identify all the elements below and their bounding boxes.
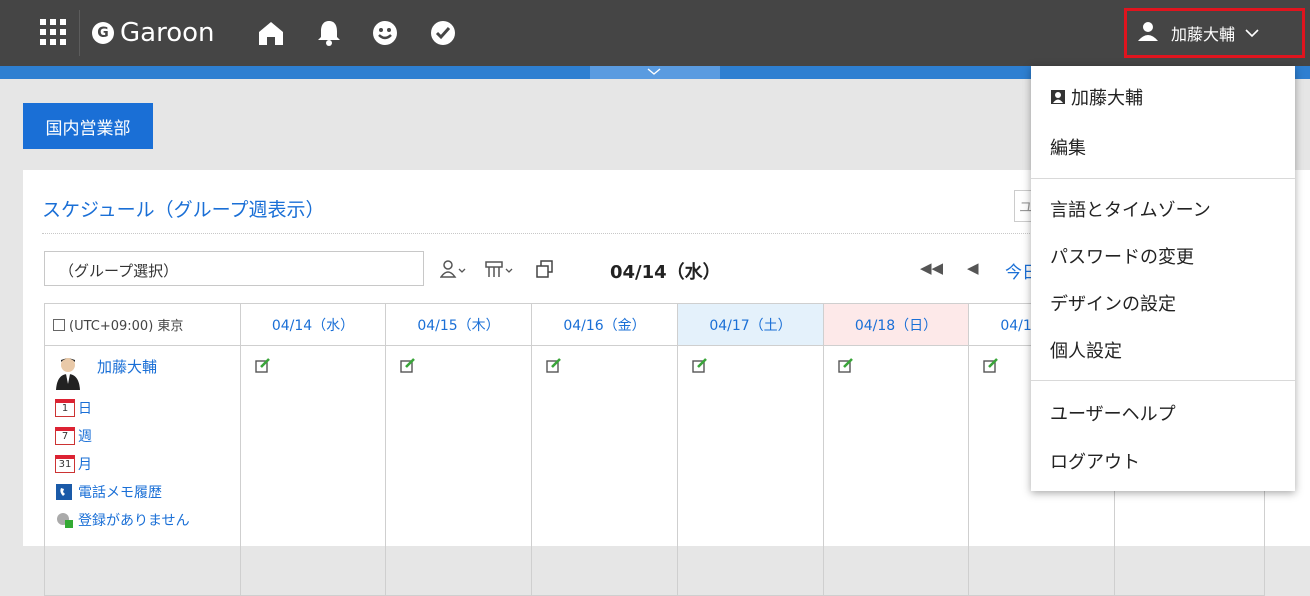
menu-divider [1031, 380, 1295, 381]
month-view-link[interactable]: 31 月 [55, 454, 240, 474]
menu-item-user-help[interactable]: ユーザーヘルプ [1050, 400, 1176, 426]
new-entry-icon[interactable] [838, 358, 854, 374]
week-view-link[interactable]: 7週 [55, 426, 240, 446]
user-menu-button[interactable]: 加藤大輔 [1124, 8, 1305, 58]
day-header-sunday[interactable]: 04/18（日） [823, 303, 969, 346]
check-badge-icon[interactable] [428, 18, 458, 48]
menu-item-password[interactable]: パスワードの変更 [1050, 243, 1194, 269]
menu-divider [1031, 178, 1295, 179]
day-header[interactable]: 04/14（水） [240, 303, 386, 346]
avatar [56, 358, 80, 390]
menu-item-profile[interactable]: 加藤大輔 [1050, 84, 1143, 110]
day-header-saturday[interactable]: 04/17（土） [677, 303, 824, 346]
phone-memo-icon [56, 484, 72, 500]
page-title[interactable]: スケジュール（グループ週表示） [42, 195, 325, 222]
day-header[interactable]: 04/16（金） [531, 303, 678, 346]
new-entry-icon[interactable] [983, 358, 999, 374]
new-entry-icon[interactable] [692, 358, 708, 374]
day-cell[interactable] [240, 345, 386, 596]
user-cell: 加藤大輔 1日 7週 31 月 電話メモ履歴 登録がありません [44, 345, 241, 596]
new-entry-icon[interactable] [255, 358, 271, 374]
menu-item-design[interactable]: デザインの設定 [1050, 290, 1176, 316]
no-registration-label: 登録がありません [78, 513, 190, 529]
garoon-logo[interactable]: G Garoon [92, 18, 215, 48]
menu-item-edit[interactable]: 編集 [1050, 134, 1086, 160]
facility-select-button[interactable] [484, 258, 514, 280]
menu-item-language-timezone[interactable]: 言語とタイムゾーン [1050, 196, 1211, 222]
calendar-week-icon: 7 [55, 427, 75, 445]
chevron-down-icon [647, 68, 661, 75]
phone-memo-link[interactable]: 電話メモ履歴 [55, 482, 240, 502]
user-menu-name: 加藤大輔 [1171, 25, 1236, 44]
nav-prev-button[interactable]: ◀ [967, 259, 979, 277]
home-icon[interactable] [256, 18, 286, 48]
profile-card-icon [1051, 90, 1065, 104]
garoon-logo-mark: G [92, 22, 114, 44]
department-button[interactable]: 国内営業部 [23, 103, 153, 149]
group-select[interactable]: （グループ選択） [44, 251, 424, 286]
garoon-logo-text: Garoon [120, 18, 215, 48]
menu-item-profile-label: 加藤大輔 [1071, 88, 1143, 109]
nav-first-button[interactable]: ◀◀ [920, 259, 943, 277]
timezone-label: (UTC+09:00) 東京 [69, 319, 184, 334]
month-view-label: 月 [78, 457, 92, 473]
day-cell[interactable] [385, 345, 532, 596]
user-name-link[interactable]: 加藤大輔 [97, 356, 157, 377]
registration-link[interactable]: 登録がありません [55, 510, 240, 530]
new-entry-icon[interactable] [546, 358, 562, 374]
calendar-day-icon: 1 [55, 399, 75, 417]
bell-icon[interactable] [314, 18, 344, 48]
title-divider [42, 233, 1042, 234]
phone-memo-label: 電話メモ履歴 [78, 485, 162, 501]
current-date: 04/14（水） [610, 262, 721, 283]
person-icon [440, 260, 466, 278]
user-dropdown-menu: 加藤大輔 編集 言語とタイムゾーン パスワードの変更 デザインの設定 個人設定 … [1031, 66, 1295, 491]
week-view-label: 週 [78, 429, 92, 445]
chevron-down-icon [1245, 29, 1259, 38]
copy-button[interactable] [535, 258, 555, 280]
day-header[interactable]: 04/15（木） [385, 303, 532, 346]
copy-icon [536, 260, 553, 278]
menu-item-personal-settings[interactable]: 個人設定 [1050, 337, 1122, 363]
day-view-link[interactable]: 1日 [55, 398, 240, 418]
day-cell[interactable] [531, 345, 678, 596]
header-collapse-toggle[interactable] [590, 66, 720, 79]
new-entry-icon[interactable] [400, 358, 416, 374]
facility-icon [485, 261, 513, 277]
menu-item-logout[interactable]: ログアウト [1050, 448, 1140, 474]
day-view-label: 日 [78, 401, 92, 417]
toolbar-divider [79, 10, 80, 56]
smiley-icon[interactable] [370, 18, 400, 48]
no-registration-icon [57, 513, 73, 528]
user-row: 加藤大輔 [55, 356, 240, 390]
day-cell[interactable] [823, 345, 969, 596]
calendar-month-icon: 31 [55, 455, 75, 473]
user-select-button[interactable] [440, 258, 466, 280]
calendar-small-icon [53, 319, 65, 331]
timezone-header[interactable]: (UTC+09:00) 東京 [44, 303, 241, 346]
day-cell[interactable] [677, 345, 824, 596]
user-icon [1137, 20, 1159, 46]
app-menu-icon[interactable] [40, 19, 66, 45]
